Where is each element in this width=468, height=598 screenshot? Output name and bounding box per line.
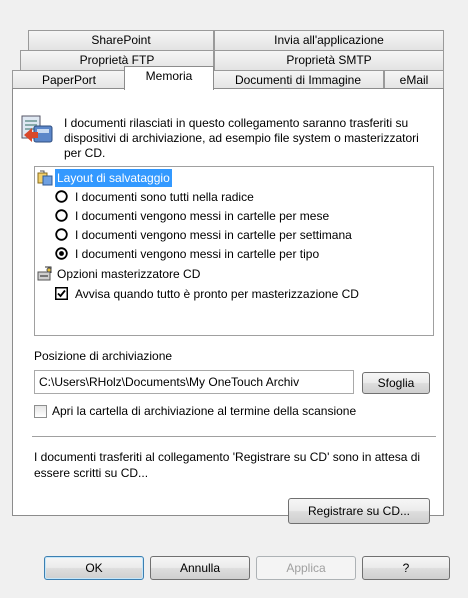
radio-checked-icon[interactable] (55, 247, 68, 260)
storage-path-field[interactable]: C:\Users\RHolz\Documents\My OneTouch Arc… (34, 370, 354, 394)
tab-paperport[interactable]: PaperPort (12, 70, 126, 90)
radio-unchecked-icon[interactable] (55, 228, 68, 241)
radio-unchecked-icon[interactable] (55, 209, 68, 222)
tab-invia-applicazione[interactable]: Invia all'applicazione (214, 30, 444, 50)
cancel-button[interactable]: Annulla (150, 556, 250, 580)
checkbox-checked-icon[interactable] (55, 287, 68, 300)
open-folder-label[interactable]: Apri la cartella di archiviazione al ter… (52, 404, 356, 418)
cd-notify-label: Avvisa quando tutto è pronto per masteri… (75, 287, 359, 301)
layout-folders-icon (37, 170, 53, 186)
tab-proprieta-smtp[interactable]: Proprietà SMTP (214, 50, 444, 70)
tab-sharepoint[interactable]: SharePoint (28, 30, 214, 50)
help-button[interactable]: ? (362, 556, 450, 580)
cd-note-text: I documenti trasferiti al collegamento '… (34, 450, 421, 480)
radio-label: I documenti vengono messi in cartelle pe… (75, 247, 320, 261)
ok-button[interactable]: OK (44, 556, 144, 580)
layout-group-label: Layout di salvataggio (55, 169, 172, 187)
browse-button[interactable]: Sfoglia (362, 372, 430, 394)
storage-transfer-icon (20, 112, 54, 146)
cd-group-label: Opzioni masterizzatore CD (57, 267, 201, 281)
options-tree[interactable]: Layout di salvataggio I documenti sono t… (34, 166, 434, 336)
open-folder-checkbox[interactable] (34, 405, 47, 418)
storage-location-label: Posizione di archiviazione (34, 349, 173, 363)
tab-documenti-immagine[interactable]: Documenti di Immagine (212, 70, 384, 90)
radio-unchecked-icon[interactable] (55, 190, 68, 203)
tab-memoria[interactable]: Memoria (124, 66, 214, 90)
separator (32, 436, 436, 437)
tab-email[interactable]: eMail (384, 70, 444, 90)
radio-label: I documenti vengono messi in cartelle pe… (75, 228, 352, 242)
burn-cd-button[interactable]: Registrare su CD... (288, 498, 430, 524)
info-description: I documenti rilasciati in questo collega… (64, 116, 419, 160)
apply-button[interactable]: Applica (256, 556, 356, 580)
radio-label: I documenti vengono messi in cartelle pe… (75, 209, 330, 223)
radio-label: I documenti sono tutti nella radice (75, 190, 254, 204)
cd-burner-icon (37, 266, 53, 282)
